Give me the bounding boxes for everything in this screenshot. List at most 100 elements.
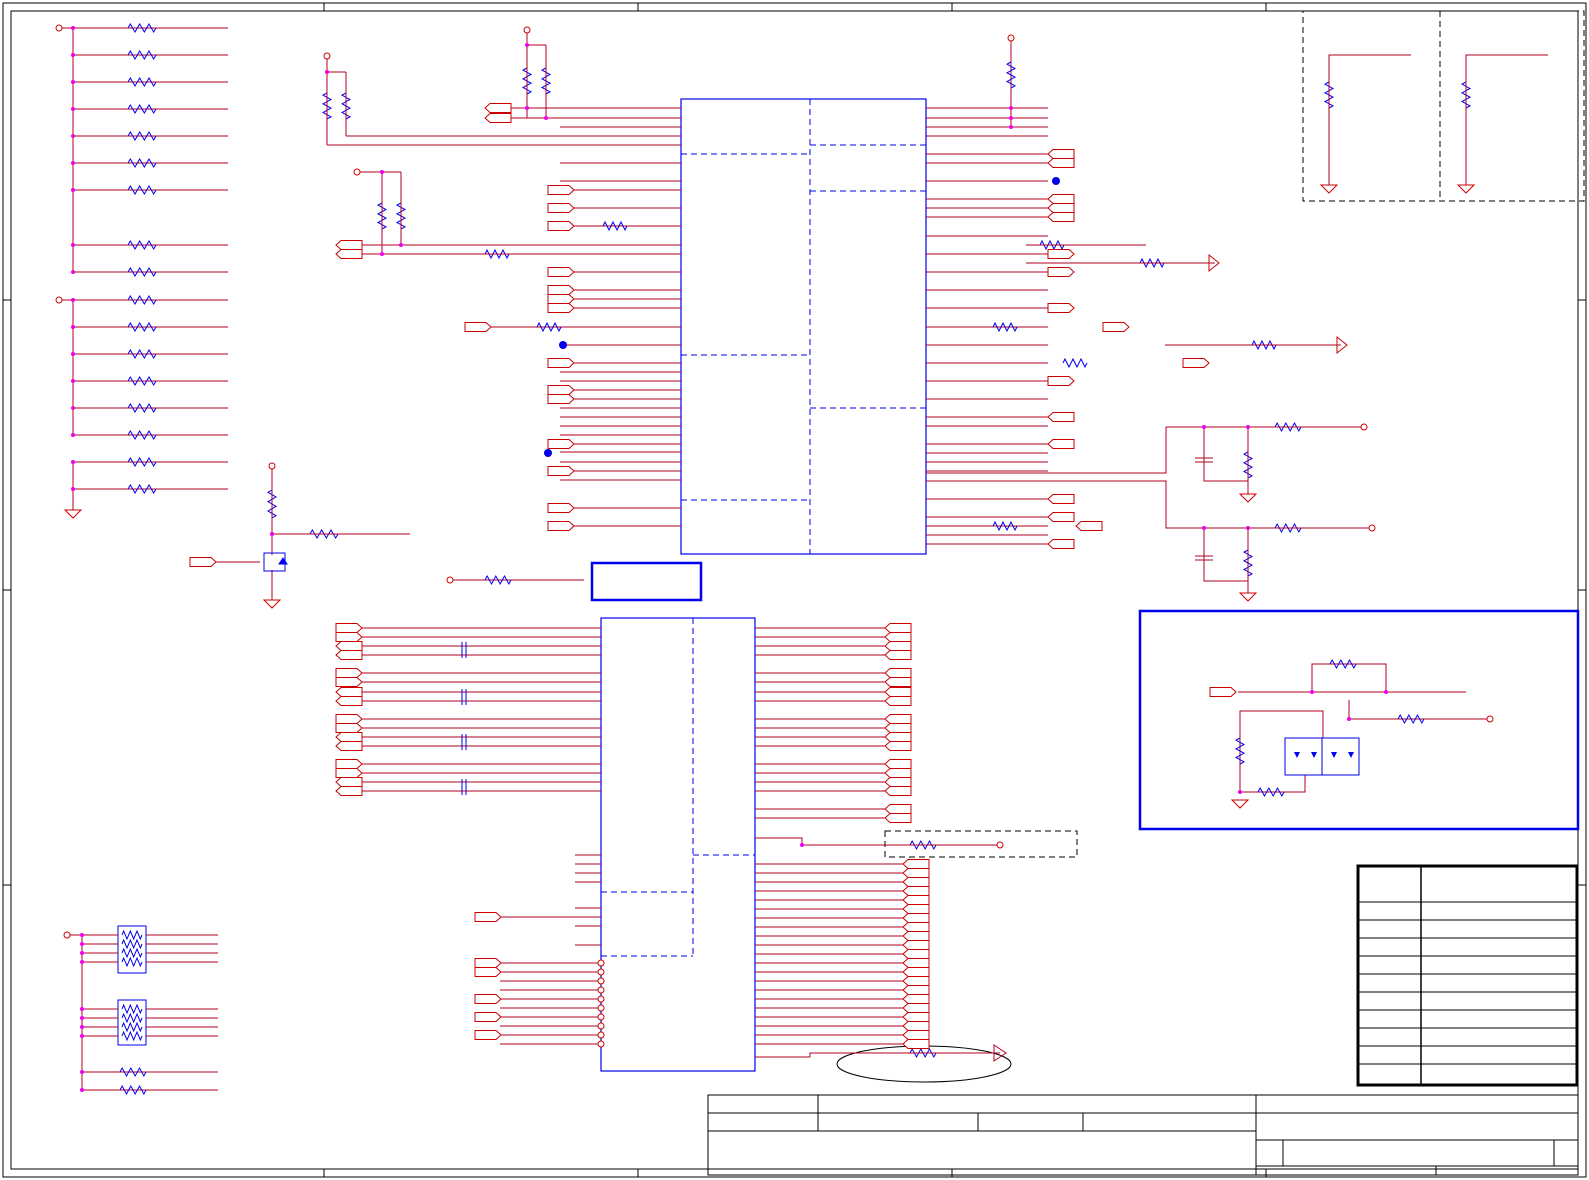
resistor-icon xyxy=(121,947,143,959)
net-label-icon xyxy=(1209,687,1237,697)
junction-dot xyxy=(380,170,384,174)
net-label-icon xyxy=(902,994,930,1004)
junction-dot xyxy=(1246,425,1250,429)
junction-dot xyxy=(71,270,75,274)
junction-dot xyxy=(380,252,384,256)
resistor-icon xyxy=(1397,713,1425,725)
junction-dot xyxy=(71,487,75,491)
power-port-icon xyxy=(353,168,361,176)
net-label-icon xyxy=(902,967,930,977)
net-label-icon xyxy=(335,714,363,724)
power-port-icon xyxy=(1368,524,1376,532)
net-label-icon xyxy=(884,623,912,633)
net-label-icon xyxy=(884,732,912,742)
net-label-icon xyxy=(1047,539,1075,549)
resistor-icon xyxy=(992,520,1018,532)
power-port-icon xyxy=(996,841,1004,849)
net-label-icon xyxy=(474,994,502,1004)
net-label-icon xyxy=(884,759,912,769)
net-label-icon xyxy=(884,714,912,724)
resistor-icon xyxy=(127,185,157,195)
net-label-icon xyxy=(884,804,912,814)
junction-dot xyxy=(1009,125,1013,129)
main-ic-upper-left-pins xyxy=(267,67,681,539)
net-label-icon xyxy=(335,723,363,733)
net-label-icon xyxy=(335,668,363,678)
power-port-icon xyxy=(597,986,605,994)
resistor-network-icon xyxy=(117,925,147,974)
net-label-icon xyxy=(474,958,502,968)
power-port-icon xyxy=(1486,715,1494,723)
power-port-icon xyxy=(55,24,63,32)
net-label-icon xyxy=(335,759,363,769)
resistor-icon xyxy=(536,321,562,333)
junction-dot xyxy=(71,188,75,192)
junction-dot xyxy=(1202,526,1206,530)
power-port-icon xyxy=(268,462,276,470)
net-label-icon xyxy=(1047,512,1075,522)
sheet-frame xyxy=(2,2,1587,1178)
junction-dot xyxy=(325,70,329,74)
revision-table xyxy=(1356,864,1579,1087)
resistor-icon xyxy=(484,574,512,586)
net-label-icon xyxy=(335,741,363,751)
junction-dot xyxy=(1347,717,1351,721)
resistor-icon xyxy=(127,295,157,305)
net-label-icon xyxy=(902,1012,930,1022)
net-label-icon xyxy=(1047,158,1075,168)
protection-subcircuit xyxy=(1138,609,1580,831)
resistor-icon xyxy=(119,1066,147,1078)
power-port-icon xyxy=(597,1031,605,1039)
net-label-icon xyxy=(902,976,930,986)
power-port-icon xyxy=(597,959,605,967)
ground-icon xyxy=(1319,184,1339,194)
junction-dot xyxy=(71,406,75,410)
power-port-icon xyxy=(323,52,331,60)
resistor-icon xyxy=(127,322,157,332)
junction-dot xyxy=(71,107,75,111)
power-port-icon xyxy=(63,931,71,939)
junction-dot xyxy=(71,161,75,165)
ground-icon xyxy=(63,509,83,519)
ic-pullups xyxy=(326,32,681,255)
power-port-icon xyxy=(597,1040,605,1048)
net-label-icon xyxy=(547,221,575,231)
title-block xyxy=(707,1094,1579,1176)
junction-dot xyxy=(800,843,804,847)
junction-dot xyxy=(1238,790,1242,794)
net-label-icon xyxy=(884,813,912,823)
junction-dot xyxy=(80,960,84,964)
resistor-icon xyxy=(127,158,157,168)
net-label-icon xyxy=(484,113,512,123)
junction-dot xyxy=(80,1034,84,1038)
resistor-icon xyxy=(121,1021,143,1033)
net-label-icon xyxy=(902,895,930,905)
resistor-icon xyxy=(127,23,157,33)
net-label-icon xyxy=(902,949,930,959)
junction-dot xyxy=(71,134,75,138)
ground-icon xyxy=(63,184,1476,809)
main-ic-lower xyxy=(590,561,756,1072)
junction-dot xyxy=(1310,690,1314,694)
net-label-icon xyxy=(902,877,930,887)
net-label-icon xyxy=(335,632,363,642)
resistor-icon xyxy=(121,938,143,950)
net-label-icon xyxy=(335,677,363,687)
ground-icon xyxy=(1230,799,1250,809)
schematic-sheet xyxy=(2,2,1587,1178)
net-label-icon xyxy=(1047,494,1075,504)
junction-dot xyxy=(270,532,274,536)
net-label-icon xyxy=(547,394,575,404)
net-label-icon xyxy=(1102,322,1130,332)
resistor-icon xyxy=(127,457,157,467)
net-label-icon xyxy=(902,913,930,923)
net-label-icon xyxy=(1047,194,1075,204)
resistor-icon xyxy=(127,50,157,60)
main-ic-lower-pins xyxy=(360,574,937,1059)
net-label-icon xyxy=(474,912,502,922)
net-label-icon xyxy=(547,303,575,313)
junction-dot xyxy=(1246,526,1250,530)
net-label-icon xyxy=(1075,521,1103,531)
power-port-icon xyxy=(597,1004,605,1012)
junction-dot xyxy=(71,325,75,329)
